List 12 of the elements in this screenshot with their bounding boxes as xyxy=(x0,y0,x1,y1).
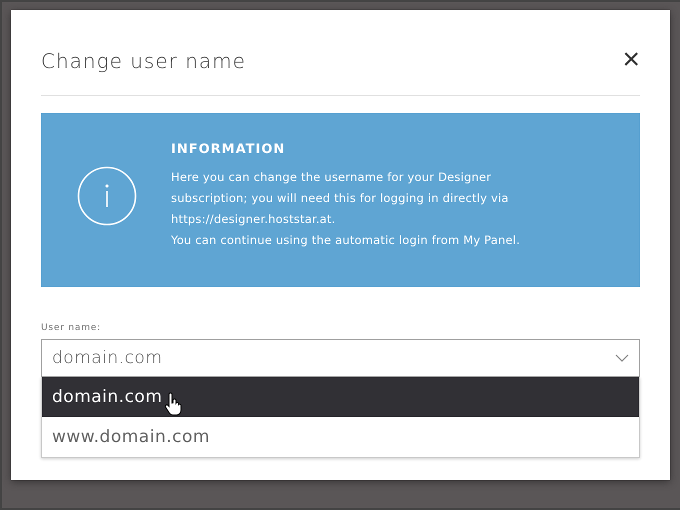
info-text: Here you can change the username for your Designer subscription; you will need this for logging in directly via https://designer.hoststar.at. xyxy=(171,168,510,228)
user-name-dropdown[interactable]: domain.com xyxy=(41,339,640,377)
field-label: User name: xyxy=(41,323,102,333)
dropdown-option[interactable]: www.domain.com xyxy=(42,417,639,457)
info-icon xyxy=(77,166,137,226)
dialog-title: Change user name xyxy=(41,48,246,72)
dropdown-option[interactable]: domain.com xyxy=(42,377,639,417)
info-text: You can continue using the automatic login from My Panel. xyxy=(171,232,522,248)
info-heading: INFORMATION xyxy=(171,142,286,156)
caret-icon xyxy=(615,354,629,362)
hand-cursor-icon xyxy=(164,392,182,416)
close-button[interactable]: × xyxy=(622,44,640,74)
